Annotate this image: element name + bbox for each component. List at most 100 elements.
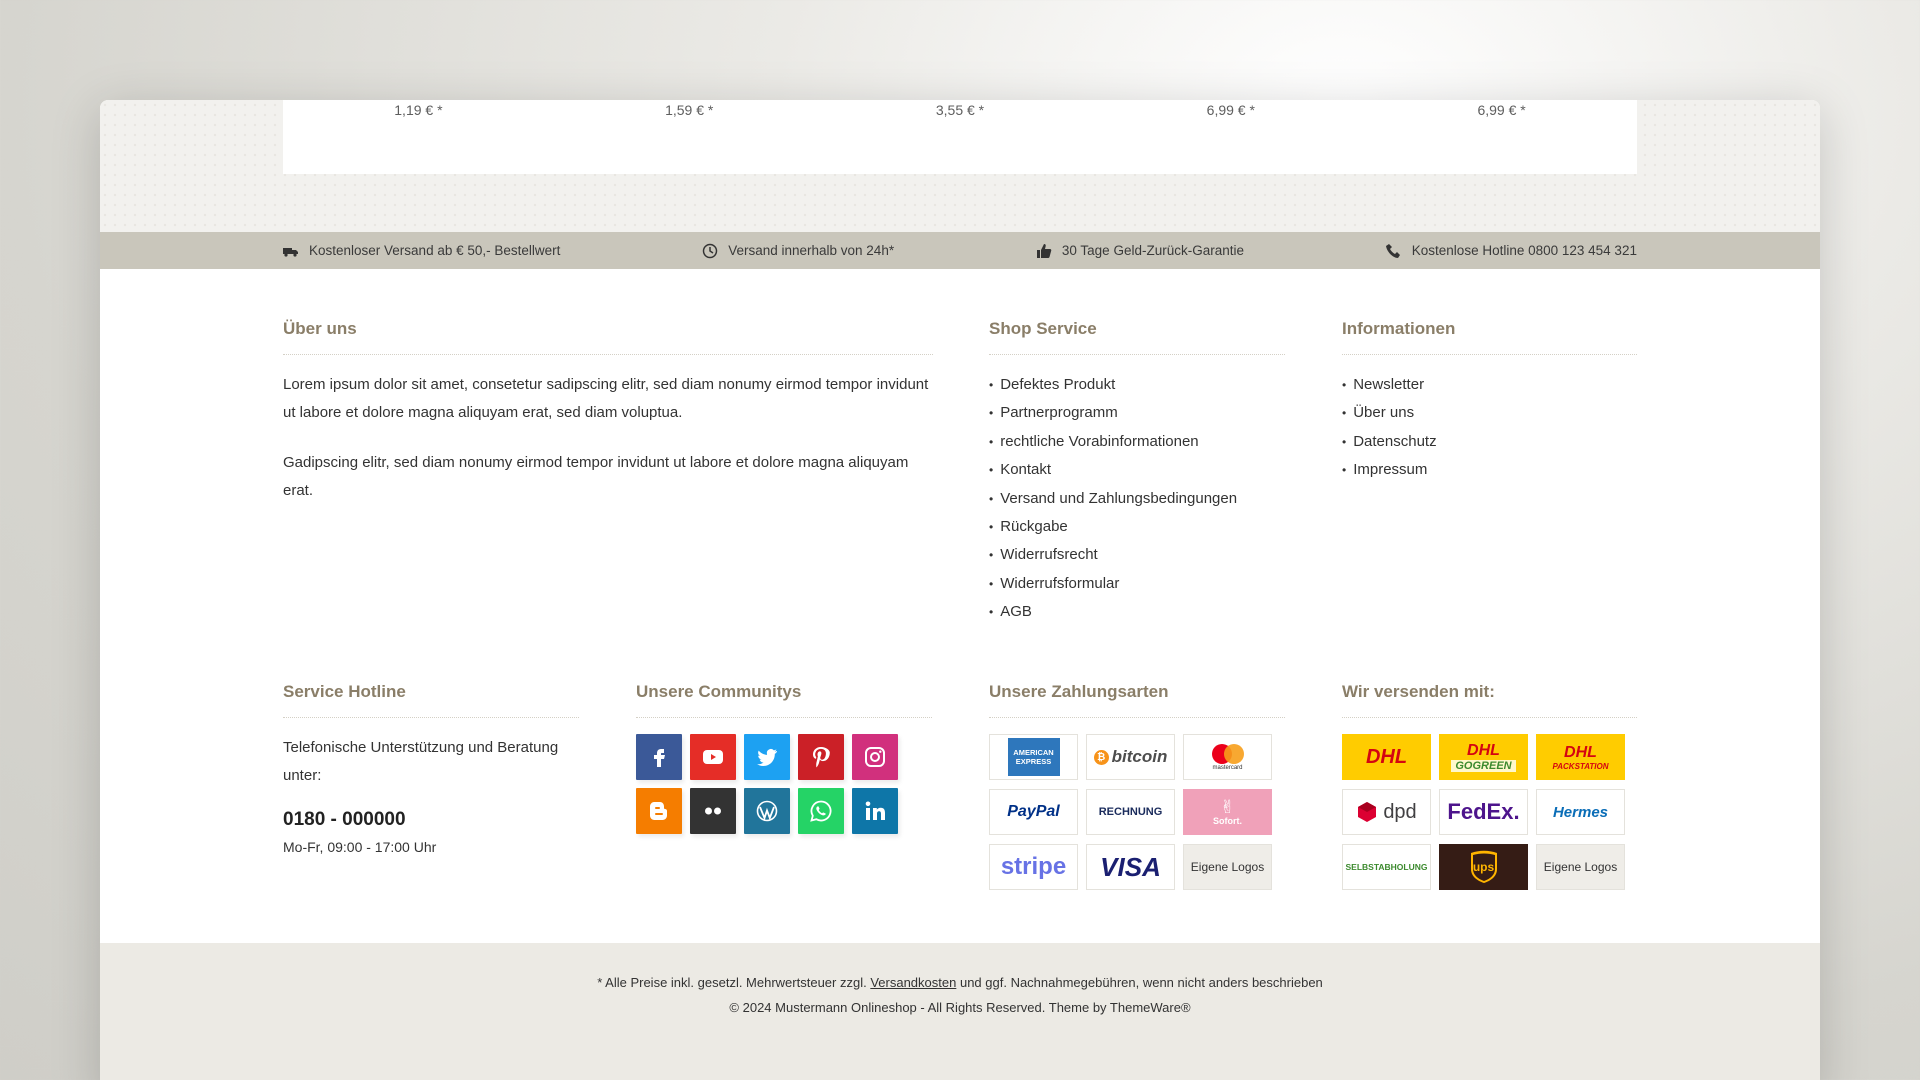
hotline-hours: Mo-Fr, 09:00 - 17:00 Uhr bbox=[283, 839, 437, 855]
custom-logos-label: Eigene Logos bbox=[1190, 860, 1265, 874]
product-price: 1,19 € * bbox=[394, 102, 443, 118]
information-link[interactable]: Über uns bbox=[1342, 399, 1637, 427]
usp-guarantee: 30 Tage Geld-Zurück-Garantie bbox=[1036, 243, 1244, 259]
instagram-icon[interactable] bbox=[852, 734, 898, 780]
pinterest-icon[interactable] bbox=[798, 734, 844, 780]
clock-icon bbox=[702, 243, 718, 258]
stripe-logo: stripe bbox=[989, 844, 1078, 890]
usp-guarantee-text: 30 Tage Geld-Zurück-Garantie bbox=[1061, 243, 1244, 258]
product-price: 3,55 € * bbox=[935, 102, 985, 118]
mastercard-logo: mastercard bbox=[1183, 734, 1272, 780]
information-title: Informationen bbox=[1342, 319, 1637, 355]
shop-service-link[interactable]: Versand und Zahlungsbedingungen bbox=[989, 485, 1285, 513]
communities-section: Unsere Communitys bbox=[636, 682, 932, 834]
dhl-gogreen-logo: DHL GOGREEN bbox=[1439, 734, 1528, 780]
phone-icon bbox=[1385, 243, 1400, 258]
american-express-logo: AMERICAN EXPRESS bbox=[989, 734, 1078, 780]
payment-methods-title: Unsere Zahlungsarten bbox=[989, 682, 1285, 718]
twitter-icon[interactable] bbox=[744, 734, 790, 780]
dhl-label: DHL bbox=[1365, 745, 1408, 768]
information-link[interactable]: Datenschutz bbox=[1342, 428, 1637, 456]
shop-service-link[interactable]: Rückgabe bbox=[989, 513, 1285, 541]
youtube-icon[interactable] bbox=[690, 734, 736, 780]
shipping-logos-grid: DHL DHL GOGREEN DHL PACKSTATION dpd FedE… bbox=[1342, 734, 1637, 890]
about-paragraph-2: Gadipscing elitr, sed diam nonumy eirmod… bbox=[283, 454, 909, 499]
vat-notice-text-before: * Alle Preise inkl. gesetzl. Mehrwertste… bbox=[597, 975, 867, 990]
custom-logos-label: Eigene Logos bbox=[1543, 860, 1618, 874]
browser-window: 1,19 € * 1,59 € * 3,55 € * 6,99 € * 6,99… bbox=[100, 100, 1820, 1080]
custom-logos-tile: Eigene Logos bbox=[1536, 844, 1625, 890]
flickr-icon[interactable] bbox=[690, 788, 736, 834]
shipping-title: Wir versenden mit: bbox=[1342, 682, 1637, 718]
shop-service-title: Shop Service bbox=[989, 319, 1285, 355]
mastercard-label: mastercard bbox=[1212, 765, 1243, 771]
information-section: Informationen Newsletter Über uns Datens… bbox=[1342, 319, 1637, 485]
rechnung-label: RECHNUNG bbox=[1098, 806, 1163, 818]
about-title: Über uns bbox=[283, 319, 933, 355]
sofort-hand-icon: ✌ bbox=[1219, 797, 1236, 817]
payment-logos-grid: AMERICAN EXPRESS ₿ bitcoin mastercard Pa… bbox=[989, 734, 1285, 890]
dhl-logo: DHL bbox=[1342, 734, 1431, 780]
product-area: 1,19 € * 1,59 € * 3,55 € * 6,99 € * 6,99… bbox=[100, 100, 1820, 232]
hotline-number[interactable]: 0180 - 000000 bbox=[283, 809, 579, 831]
service-hotline-section: Service Hotline Telefonische Unterstützu… bbox=[283, 682, 579, 855]
ups-label: ups bbox=[1472, 860, 1495, 874]
blogger-icon[interactable] bbox=[636, 788, 682, 834]
fedex-logo: FedEx. bbox=[1439, 789, 1528, 835]
shop-service-link[interactable]: Partnerprogramm bbox=[989, 399, 1285, 427]
shop-service-list: Defektes Produkt Partnerprogramm rechtli… bbox=[989, 371, 1285, 627]
shop-service-link[interactable]: Widerrufsrecht bbox=[989, 541, 1285, 569]
visa-label: VISA bbox=[1100, 851, 1161, 882]
custom-logos-tile: Eigene Logos bbox=[1183, 844, 1272, 890]
product-price-strip: 1,19 € * 1,59 € * 3,55 € * 6,99 € * 6,99… bbox=[283, 100, 1637, 174]
communities-title: Unsere Communitys bbox=[636, 682, 932, 718]
usp-hotline: Kostenlose Hotline 0800 123 454 321 bbox=[1385, 243, 1637, 259]
shop-service-link[interactable]: AGB bbox=[989, 598, 1285, 626]
bitcoin-logo: ₿ bitcoin bbox=[1086, 734, 1175, 780]
rechnung-logo: RECHNUNG bbox=[1086, 789, 1175, 835]
facebook-icon[interactable] bbox=[636, 734, 682, 780]
shop-service-link[interactable]: Defektes Produkt bbox=[989, 371, 1285, 399]
vat-notice: * Alle Preise inkl. gesetzl. Mehrwertste… bbox=[100, 970, 1820, 995]
shop-service-link[interactable]: Kontakt bbox=[989, 456, 1285, 484]
product-price: 6,99 € * bbox=[1206, 102, 1255, 118]
shop-service-section: Shop Service Defektes Produkt Partnerpro… bbox=[989, 319, 1285, 627]
bitcoin-icon: ₿ bbox=[1093, 749, 1109, 765]
gogreen-label: GOGREEN bbox=[1451, 760, 1516, 772]
sofort-label: Sofort. bbox=[1213, 816, 1242, 826]
usp-bar: Kostenloser Versand ab € 50,- Bestellwer… bbox=[100, 232, 1820, 269]
wordpress-icon[interactable] bbox=[744, 788, 790, 834]
usp-delivery: Versand innerhalb von 24h* bbox=[702, 243, 894, 259]
linkedin-icon[interactable] bbox=[852, 788, 898, 834]
usp-shipping: Kostenloser Versand ab € 50,- Bestellwer… bbox=[283, 243, 560, 259]
selbstabholung-label: SELBSTABHOLUNG bbox=[1345, 862, 1428, 872]
usp-delivery-text: Versand innerhalb von 24h* bbox=[728, 243, 895, 258]
amex-label: AMERICAN EXPRESS bbox=[1007, 738, 1060, 776]
dhl-packstation-logo: DHL PACKSTATION bbox=[1536, 734, 1625, 780]
information-link[interactable]: Newsletter bbox=[1342, 371, 1637, 399]
dpd-cube-icon bbox=[1358, 802, 1377, 822]
selbstabholung-logo: SELBSTABHOLUNG bbox=[1342, 844, 1431, 890]
whatsapp-icon[interactable] bbox=[798, 788, 844, 834]
dhl-label: DHL bbox=[1467, 742, 1500, 759]
dpd-label: dpd bbox=[1383, 800, 1417, 823]
paypal-logo: PayPal bbox=[989, 789, 1078, 835]
packstation-label: PACKSTATION bbox=[1552, 761, 1609, 771]
fedex-label: FedEx. bbox=[1447, 799, 1520, 824]
usp-shipping-text: Kostenloser Versand ab € 50,- Bestellwer… bbox=[309, 243, 561, 258]
information-link[interactable]: Impressum bbox=[1342, 456, 1637, 484]
dpd-logo: dpd bbox=[1342, 789, 1431, 835]
hermes-label: Hermes bbox=[1552, 803, 1609, 821]
social-icons-grid bbox=[636, 734, 932, 834]
copyright: © 2024 Mustermann Onlineshop - All Right… bbox=[729, 1000, 1191, 1015]
service-hotline-title: Service Hotline bbox=[283, 682, 579, 718]
shipping-section: Wir versenden mit: DHL DHL GOGREEN DHL P… bbox=[1342, 682, 1637, 890]
sofort-logo: ✌ Sofort. bbox=[1183, 789, 1272, 835]
information-list: Newsletter Über uns Datenschutz Impressu… bbox=[1342, 371, 1637, 485]
shop-service-link[interactable]: rechtliche Vorabinformationen bbox=[989, 428, 1285, 456]
shipping-costs-link[interactable]: Versandkosten bbox=[870, 975, 956, 990]
shop-service-link[interactable]: Widerrufsformular bbox=[989, 570, 1285, 598]
mastercard-circles-icon bbox=[1211, 744, 1244, 764]
usp-hotline-text: Kostenlose Hotline 0800 123 454 321 bbox=[1411, 243, 1637, 258]
bitcoin-label: bitcoin bbox=[1111, 747, 1168, 766]
